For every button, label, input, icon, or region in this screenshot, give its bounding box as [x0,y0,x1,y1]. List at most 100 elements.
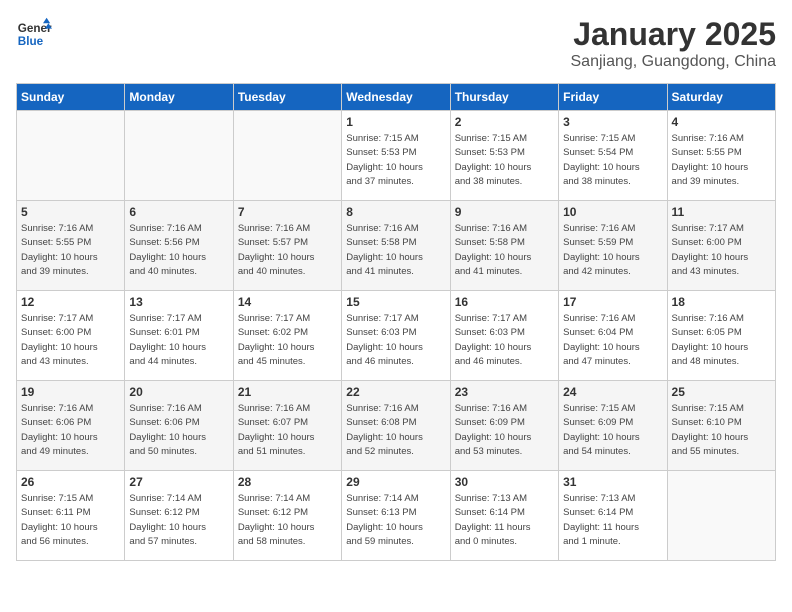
calendar-cell [125,111,233,201]
day-number: 8 [346,205,445,219]
day-info: Sunrise: 7:16 AM Sunset: 5:58 PM Dayligh… [455,222,554,279]
calendar-cell: 12 Sunrise: 7:17 AM Sunset: 6:00 PM Dayli… [17,291,125,381]
calendar-cell: 6 Sunrise: 7:16 AM Sunset: 5:56 PM Daylig… [125,201,233,291]
day-number: 1 [346,115,445,129]
day-info: Sunrise: 7:16 AM Sunset: 5:55 PM Dayligh… [21,222,120,279]
day-number: 16 [455,295,554,309]
day-info: Sunrise: 7:16 AM Sunset: 6:09 PM Dayligh… [455,402,554,459]
calendar-cell [17,111,125,201]
calendar-cell: 15Sunrise: 7:17 AM Sunset: 6:03 PM Dayli… [342,291,450,381]
calendar-cell: 10 Sunrise: 7:16 AM Sunset: 5:59 PM Dayli… [559,201,667,291]
calendar-cell: 11 Sunrise: 7:17 AM Sunset: 6:00 PM Dayli… [667,201,775,291]
page-header: General Blue January 2025 Sanjiang, Guan… [16,16,776,71]
calendar-cell: 5 Sunrise: 7:16 AM Sunset: 5:55 PM Daylig… [17,201,125,291]
day-info: Sunrise: 7:16 AM Sunset: 5:58 PM Dayligh… [346,222,445,279]
day-number: 10 [563,205,662,219]
day-info: Sunrise: 7:16 AM Sunset: 5:59 PM Dayligh… [563,222,662,279]
logo-icon: General Blue [16,16,52,52]
calendar-cell: 31Sunrise: 7:13 AM Sunset: 6:14 PM Dayli… [559,471,667,561]
day-number: 22 [346,385,445,399]
day-info: Sunrise: 7:15 AM Sunset: 6:09 PM Dayligh… [563,402,662,459]
week-row-1: 5 Sunrise: 7:16 AM Sunset: 5:55 PM Daylig… [17,201,776,291]
day-info: Sunrise: 7:13 AM Sunset: 6:14 PM Dayligh… [563,492,662,549]
svg-text:General: General [18,22,52,35]
calendar-cell: 17Sunrise: 7:16 AM Sunset: 6:04 PM Dayli… [559,291,667,381]
calendar-subtitle: Sanjiang, Guangdong, China [571,53,777,71]
calendar-cell: 2 Sunrise: 7:15 AM Sunset: 5:53 PM Daylig… [450,111,558,201]
header-row: SundayMondayTuesdayWednesdayThursdayFrid… [17,84,776,111]
header-wednesday: Wednesday [342,84,450,111]
day-info: Sunrise: 7:14 AM Sunset: 6:12 PM Dayligh… [129,492,228,549]
day-info: Sunrise: 7:15 AM Sunset: 5:53 PM Dayligh… [455,132,554,189]
day-info: Sunrise: 7:15 AM Sunset: 6:10 PM Dayligh… [672,402,771,459]
day-info: Sunrise: 7:17 AM Sunset: 6:03 PM Dayligh… [346,312,445,369]
day-number: 14 [238,295,337,309]
week-row-2: 12 Sunrise: 7:17 AM Sunset: 6:00 PM Dayli… [17,291,776,381]
calendar-cell: 3Sunrise: 7:15 AM Sunset: 5:54 PM Daylig… [559,111,667,201]
week-row-4: 26Sunrise: 7:15 AM Sunset: 6:11 PM Dayli… [17,471,776,561]
header-thursday: Thursday [450,84,558,111]
calendar-cell: 27Sunrise: 7:14 AM Sunset: 6:12 PM Dayli… [125,471,233,561]
day-number: 25 [672,385,771,399]
day-info: Sunrise: 7:17 AM Sunset: 6:00 PM Dayligh… [672,222,771,279]
calendar-cell: 4 Sunrise: 7:16 AM Sunset: 5:55 PM Daylig… [667,111,775,201]
day-number: 18 [672,295,771,309]
day-number: 28 [238,475,337,489]
day-info: Sunrise: 7:16 AM Sunset: 6:06 PM Dayligh… [129,402,228,459]
day-number: 30 [455,475,554,489]
day-info: Sunrise: 7:16 AM Sunset: 5:55 PM Dayligh… [672,132,771,189]
day-number: 21 [238,385,337,399]
day-number: 20 [129,385,228,399]
day-number: 4 [672,115,771,129]
header-monday: Monday [125,84,233,111]
calendar-cell: 29 Sunrise: 7:14 AM Sunset: 6:13 PM Dayli… [342,471,450,561]
day-info: Sunrise: 7:16 AM Sunset: 6:04 PM Dayligh… [563,312,662,369]
day-info: Sunrise: 7:16 AM Sunset: 6:08 PM Dayligh… [346,402,445,459]
header-saturday: Saturday [667,84,775,111]
day-info: Sunrise: 7:14 AM Sunset: 6:13 PM Dayligh… [346,492,445,549]
day-info: Sunrise: 7:15 AM Sunset: 5:53 PM Dayligh… [346,132,445,189]
calendar-cell: 16 Sunrise: 7:17 AM Sunset: 6:03 PM Dayli… [450,291,558,381]
day-number: 7 [238,205,337,219]
day-info: Sunrise: 7:16 AM Sunset: 6:06 PM Dayligh… [21,402,120,459]
calendar-cell: 21 Sunrise: 7:16 AM Sunset: 6:07 PM Dayli… [233,381,341,471]
day-info: Sunrise: 7:17 AM Sunset: 6:03 PM Dayligh… [455,312,554,369]
day-info: Sunrise: 7:14 AM Sunset: 6:12 PM Dayligh… [238,492,337,549]
day-number: 19 [21,385,120,399]
day-number: 5 [21,205,120,219]
calendar-cell: 19 Sunrise: 7:16 AM Sunset: 6:06 PM Dayli… [17,381,125,471]
day-info: Sunrise: 7:16 AM Sunset: 6:07 PM Dayligh… [238,402,337,459]
day-info: Sunrise: 7:16 AM Sunset: 5:56 PM Dayligh… [129,222,228,279]
day-number: 24 [563,385,662,399]
calendar-cell: 22 Sunrise: 7:16 AM Sunset: 6:08 PM Dayli… [342,381,450,471]
day-info: Sunrise: 7:13 AM Sunset: 6:14 PM Dayligh… [455,492,554,549]
calendar-title: January 2025 [571,16,777,53]
day-info: Sunrise: 7:17 AM Sunset: 6:01 PM Dayligh… [129,312,228,369]
day-info: Sunrise: 7:15 AM Sunset: 5:54 PM Dayligh… [563,132,662,189]
day-number: 23 [455,385,554,399]
calendar-cell: 25 Sunrise: 7:15 AM Sunset: 6:10 PM Dayli… [667,381,775,471]
calendar-cell: 23 Sunrise: 7:16 AM Sunset: 6:09 PM Dayli… [450,381,558,471]
calendar-cell: 13Sunrise: 7:17 AM Sunset: 6:01 PM Dayli… [125,291,233,381]
day-number: 11 [672,205,771,219]
week-row-3: 19 Sunrise: 7:16 AM Sunset: 6:06 PM Dayli… [17,381,776,471]
day-info: Sunrise: 7:17 AM Sunset: 6:00 PM Dayligh… [21,312,120,369]
week-row-0: 1 Sunrise: 7:15 AM Sunset: 5:53 PM Daylig… [17,111,776,201]
calendar-cell: 26Sunrise: 7:15 AM Sunset: 6:11 PM Dayli… [17,471,125,561]
header-tuesday: Tuesday [233,84,341,111]
header-sunday: Sunday [17,84,125,111]
day-number: 9 [455,205,554,219]
day-info: Sunrise: 7:16 AM Sunset: 6:05 PM Dayligh… [672,312,771,369]
day-number: 12 [21,295,120,309]
day-number: 29 [346,475,445,489]
calendar-cell: 28 Sunrise: 7:14 AM Sunset: 6:12 PM Dayli… [233,471,341,561]
svg-text:Blue: Blue [18,35,44,48]
calendar-cell: 24 Sunrise: 7:15 AM Sunset: 6:09 PM Dayli… [559,381,667,471]
title-block: January 2025 Sanjiang, Guangdong, China [571,16,777,71]
day-info: Sunrise: 7:15 AM Sunset: 6:11 PM Dayligh… [21,492,120,549]
calendar-cell: 30 Sunrise: 7:13 AM Sunset: 6:14 PM Dayli… [450,471,558,561]
calendar-cell: 8 Sunrise: 7:16 AM Sunset: 5:58 PM Daylig… [342,201,450,291]
day-number: 6 [129,205,228,219]
day-number: 2 [455,115,554,129]
logo: General Blue [16,16,52,52]
